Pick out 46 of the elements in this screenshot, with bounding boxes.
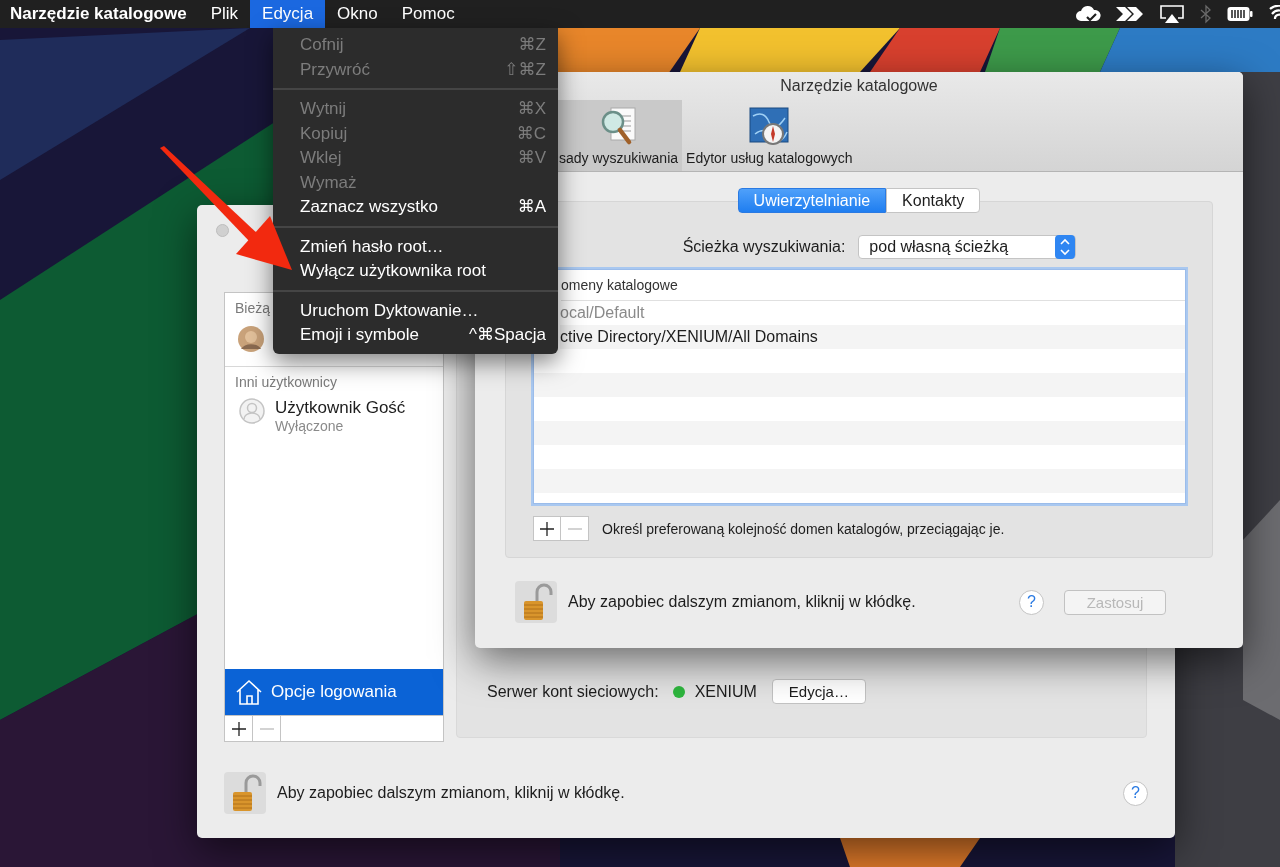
user-name[interactable]: Użytkownik Gość xyxy=(275,398,406,418)
menu-item[interactable]: Zaznacz wszystko ⌘A xyxy=(300,195,546,220)
menu-item[interactable]: Emoji i symbole ^⌘Spacja xyxy=(300,323,546,348)
window-title: Narzędzie katalogowe xyxy=(780,76,938,96)
section-header: Inni użytkownicy xyxy=(234,373,338,390)
add-button[interactable] xyxy=(533,516,561,541)
hint-text: Określ preferowaną kolejność domen katalogów, przeciągając je. xyxy=(602,520,1005,537)
compass-map-icon xyxy=(749,106,790,148)
forward-icon[interactable] xyxy=(1116,6,1144,22)
server-label: Serwer kont sieciowych: xyxy=(487,682,659,701)
menu-title[interactable]: Edycja xyxy=(250,0,326,28)
menu-title[interactable]: Pomoc xyxy=(389,0,467,28)
menu-title[interactable]: Plik xyxy=(198,0,251,28)
segment-tab[interactable]: Kontakty xyxy=(886,188,981,213)
user-icon xyxy=(239,398,265,424)
battery-icon[interactable] xyxy=(1227,6,1253,22)
plus-icon xyxy=(540,521,554,536)
search-path-popup[interactable]: pod własną ścieżką xyxy=(858,235,1077,259)
user-status: Wyłączone xyxy=(275,418,345,434)
stepper-icon xyxy=(1055,235,1076,259)
search-path-label: Ścieżka wyszukiwania: xyxy=(682,238,846,256)
cloud-check-icon[interactable] xyxy=(1075,5,1101,23)
menu-item[interactable]: Zmień hasło root… xyxy=(300,234,546,259)
help-button[interactable]: ? xyxy=(1019,589,1044,615)
app-menu[interactable]: Narzędzie katalogowe xyxy=(0,0,199,28)
menu-title[interactable]: Okno xyxy=(325,0,390,28)
toolbar-tab[interactable]: Edytor usług katalogowych xyxy=(682,100,857,171)
edit-button[interactable]: Edycja… xyxy=(771,679,866,704)
section-header: Bieżą xyxy=(234,299,272,316)
lock-message: Aby zapobiec dalszym zmianom, kliknij w kłódkę. xyxy=(277,784,625,802)
menu-item[interactable]: Wyłącz użytkownika root xyxy=(300,259,546,284)
house-icon xyxy=(235,679,263,705)
column-header: omeny katalogowe xyxy=(561,270,1185,301)
airplay-icon[interactable] xyxy=(1159,4,1185,24)
menu-item[interactable]: Uruchom Dyktowanie… xyxy=(300,298,546,323)
lock-message: Aby zapobiec dalszym zmianom, kliknij w kłódkę. xyxy=(568,593,916,611)
bluetooth-icon[interactable] xyxy=(1200,4,1212,24)
minus-icon xyxy=(259,727,274,730)
domain-row[interactable]: ctive Directory/XENIUM/All Domains xyxy=(560,325,1185,349)
toolbar-tab[interactable]: sady wyszukiwania xyxy=(555,100,683,171)
server-name: XENIUM xyxy=(694,682,757,701)
minus-icon xyxy=(567,527,582,530)
plus-icon xyxy=(231,721,246,736)
help-button[interactable]: ? xyxy=(1123,780,1148,806)
avatar xyxy=(238,326,264,352)
login-options-item[interactable]: Opcje logowania xyxy=(225,669,443,715)
